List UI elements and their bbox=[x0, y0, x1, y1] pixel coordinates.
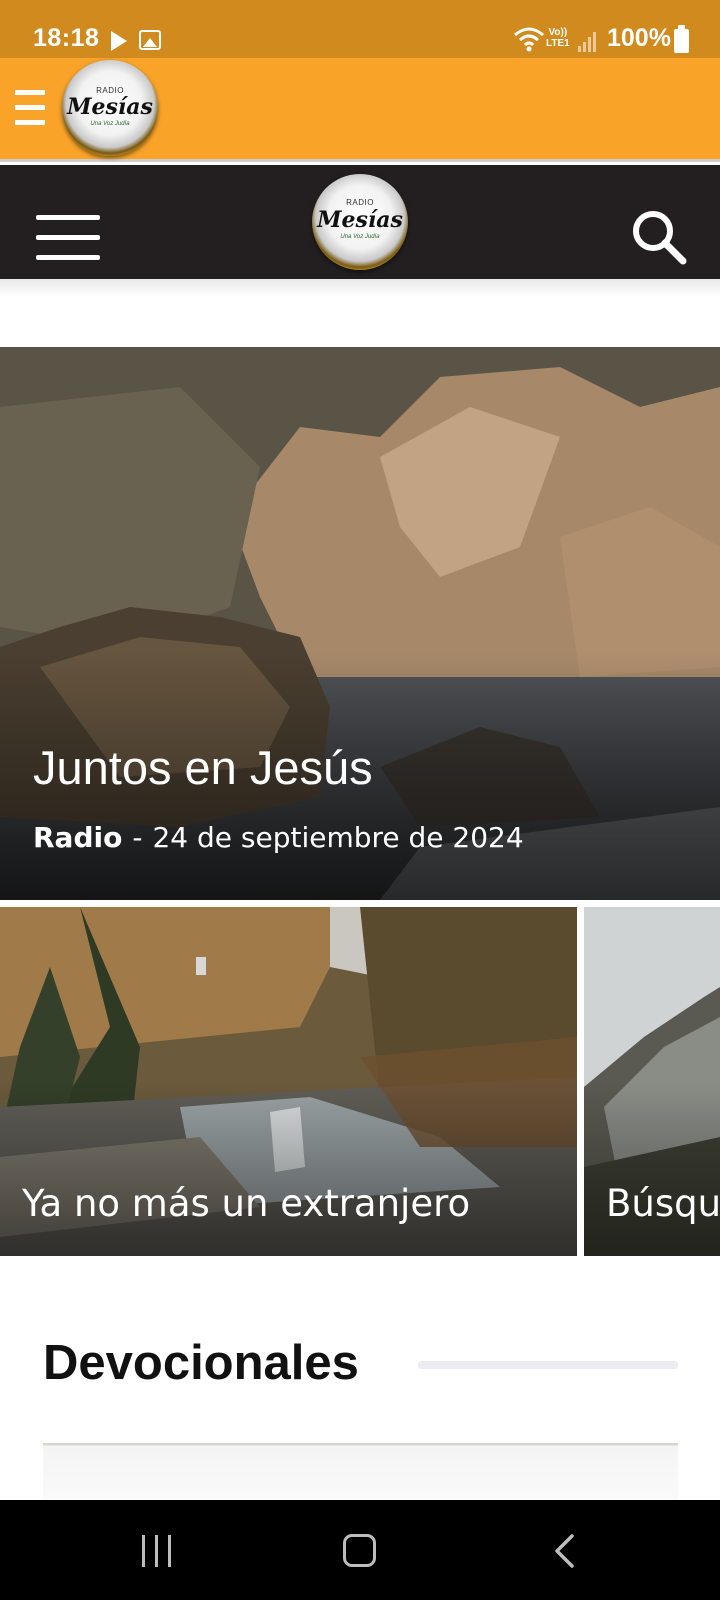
logo-sub-text: Una Voz Judía bbox=[340, 234, 380, 240]
meta-separator: - bbox=[132, 821, 143, 854]
volte-bottom-label: LTE1 bbox=[546, 38, 570, 49]
signal-icon bbox=[578, 32, 598, 52]
search-icon[interactable] bbox=[630, 208, 688, 266]
featured-category[interactable]: Radio bbox=[33, 821, 122, 854]
gallery-icon bbox=[139, 30, 161, 50]
featured-image bbox=[0, 347, 720, 900]
play-icon bbox=[111, 31, 127, 51]
battery-icon bbox=[674, 25, 689, 53]
card-title[interactable]: Búsqu bbox=[606, 1182, 720, 1225]
card-title[interactable]: Ya no más un extranjero bbox=[22, 1182, 470, 1225]
volte-top-label: Vo)) bbox=[548, 27, 568, 38]
status-bar: 18:18 Vo)) LTE1 100% bbox=[0, 0, 720, 58]
app-logo[interactable]: RADIO Mesías Una Voz Judía bbox=[62, 60, 158, 156]
app-bar: RADIO Mesías Una Voz Judía bbox=[0, 58, 720, 162]
screen: 18:18 Vo)) LTE1 100% RADIO Mesías Una Vo… bbox=[0, 0, 720, 1600]
carousel-card[interactable]: Ya no más un extranjero bbox=[0, 907, 577, 1256]
content-spacer bbox=[0, 279, 720, 347]
featured-post[interactable]: Juntos en Jesús Radio -24 de septiembre d… bbox=[0, 347, 720, 900]
status-time: 18:18 bbox=[33, 24, 100, 52]
system-nav-bar bbox=[0, 1500, 720, 1600]
featured-title[interactable]: Juntos en Jesús bbox=[33, 740, 373, 795]
carousel-card[interactable]: Búsqu bbox=[584, 907, 720, 1256]
wifi-icon bbox=[514, 27, 544, 52]
featured-meta: Radio -24 de septiembre de 2024 bbox=[33, 821, 524, 854]
site-logo[interactable]: RADIO Mesías Una Voz Judía bbox=[312, 174, 408, 270]
featured-date: 24 de septiembre de 2024 bbox=[152, 821, 524, 854]
section-divider bbox=[418, 1361, 678, 1369]
section-title: Devocionales bbox=[43, 1336, 359, 1390]
logo-main-text: Mesías bbox=[317, 207, 403, 233]
logo-radio-text: RADIO bbox=[346, 198, 374, 207]
devotional-card-preview[interactable] bbox=[43, 1443, 678, 1500]
battery-percent: 100% bbox=[607, 24, 671, 52]
logo-sub-text: Una Voz Judía bbox=[90, 121, 130, 127]
volte-icon: Vo)) LTE1 bbox=[546, 27, 570, 49]
hamburger-icon[interactable] bbox=[15, 90, 45, 126]
logo-main-text: Mesías bbox=[67, 94, 153, 120]
site-header: RADIO Mesías Una Voz Judía bbox=[0, 165, 720, 279]
home-icon[interactable] bbox=[343, 1534, 376, 1567]
hamburger-icon[interactable] bbox=[36, 215, 100, 261]
recents-icon[interactable] bbox=[142, 1535, 174, 1567]
back-icon[interactable] bbox=[548, 1533, 584, 1569]
